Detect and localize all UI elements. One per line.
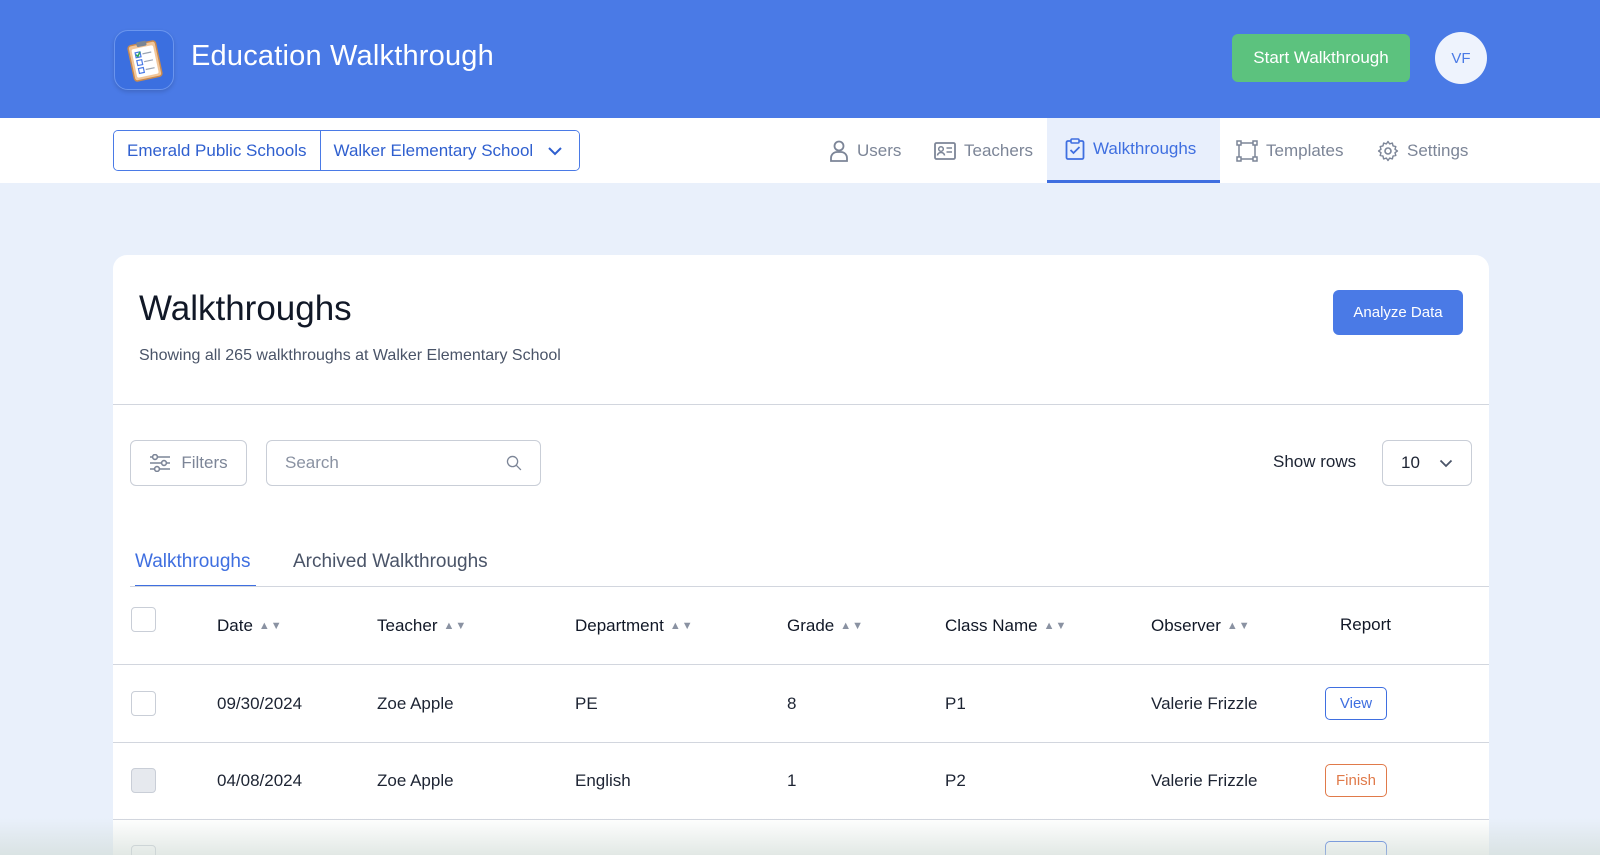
- search-box: [266, 440, 541, 486]
- select-all-checkbox[interactable]: [131, 607, 156, 632]
- nav-item-label: Users: [857, 140, 902, 160]
- start-walkthrough-button[interactable]: Start Walkthrough: [1232, 34, 1410, 82]
- id-card-icon: [934, 141, 956, 160]
- cell-class-name: P2: [945, 771, 966, 790]
- nav-item-walkthroughs[interactable]: Walkthroughs: [1047, 118, 1220, 183]
- column-header-label: Date: [217, 616, 253, 635]
- cell-observer: Valerie Frizzle: [1151, 771, 1258, 790]
- cell-department: PE: [575, 694, 598, 713]
- column-header-class-name[interactable]: Class Name ▲▼: [945, 616, 1067, 636]
- row-checkbox[interactable]: [131, 691, 156, 716]
- cell-date: 04/08/2024: [217, 771, 303, 790]
- sort-arrows-icon[interactable]: ▲▼: [259, 620, 283, 632]
- school-selector[interactable]: Walker Elementary School: [319, 131, 580, 170]
- column-header-label: Observer: [1151, 616, 1221, 635]
- column-header-teacher[interactable]: Teacher ▲▼: [377, 616, 467, 636]
- cell-grade: 8: [787, 694, 797, 713]
- sort-arrows-icon[interactable]: ▲▼: [840, 620, 864, 632]
- table-row: 09/30/2024 Zoe Apple PE 8 P1 Valerie Fri…: [113, 666, 1489, 743]
- nav-item-users[interactable]: Users: [829, 118, 901, 183]
- sliders-icon: [150, 454, 171, 472]
- search-input[interactable]: [285, 453, 506, 473]
- page-title: Walkthroughs: [139, 289, 352, 328]
- header-divider: [113, 404, 1489, 405]
- sort-arrows-icon[interactable]: ▲▼: [1044, 620, 1068, 632]
- column-header-label: Department: [575, 616, 664, 635]
- app-title: Education Walkthrough: [191, 40, 494, 72]
- main-nav: Emerald Public Schools Walker Elementary…: [0, 118, 1600, 183]
- page-subtitle: Showing all 265 walkthroughs at Walker E…: [139, 347, 561, 364]
- nav-item-label: Settings: [1407, 140, 1469, 160]
- finish-report-button[interactable]: Finish: [1325, 764, 1387, 797]
- nav-item-label: Templates: [1266, 140, 1344, 160]
- row-checkbox[interactable]: [131, 768, 156, 793]
- user-icon: [830, 140, 848, 162]
- school-selector-label: Walker Elementary School: [333, 140, 534, 160]
- cell-grade: 1: [787, 771, 797, 790]
- nav-item-settings[interactable]: Settings: [1377, 118, 1468, 183]
- filters-label: Filters: [181, 453, 228, 472]
- district-selector[interactable]: Emerald Public Schools: [114, 131, 320, 170]
- search-icon[interactable]: [506, 452, 522, 474]
- walkthroughs-card: Walkthroughs Showing all 265 walkthrough…: [113, 255, 1489, 855]
- column-header-report: Report: [1340, 615, 1391, 635]
- row-checkbox[interactable]: [131, 845, 156, 855]
- cell-class-name: P1: [945, 694, 966, 713]
- column-header-label: Teacher: [377, 616, 438, 635]
- tab-walkthroughs[interactable]: Walkthroughs: [135, 551, 257, 587]
- sort-arrows-icon[interactable]: ▲▼: [1227, 620, 1251, 632]
- table-row: [113, 820, 1489, 855]
- avatar[interactable]: VF: [1435, 32, 1487, 84]
- rows-per-page-select[interactable]: 10: [1382, 440, 1472, 486]
- column-header-label: Grade: [787, 616, 835, 635]
- show-rows-label: Show rows: [1273, 452, 1357, 471]
- column-header-observer[interactable]: Observer ▲▼: [1151, 616, 1251, 636]
- tab-archived-walkthroughs[interactable]: Archived Walkthroughs: [293, 551, 488, 585]
- cell-department: English: [575, 771, 631, 790]
- sort-arrows-icon[interactable]: ▲▼: [670, 620, 694, 632]
- analyze-data-button[interactable]: Analyze Data: [1333, 290, 1463, 335]
- sort-arrows-icon[interactable]: ▲▼: [443, 620, 467, 632]
- nav-item-label: Walkthroughs: [1093, 139, 1197, 158]
- column-header-date[interactable]: Date ▲▼: [217, 616, 283, 636]
- table-header: Date ▲▼ Teacher ▲▼ Department ▲▼ Grade ▲…: [113, 587, 1489, 665]
- cell-teacher: Zoe Apple: [377, 771, 454, 790]
- cell-date: 09/30/2024: [217, 694, 303, 713]
- nav-item-templates[interactable]: Templates: [1236, 118, 1343, 183]
- cell-teacher: Zoe Apple: [377, 694, 454, 713]
- org-selector: Emerald Public Schools Walker Elementary…: [113, 130, 581, 171]
- rows-per-page-value: 10: [1401, 453, 1420, 472]
- clipboard-checklist-icon: [114, 30, 174, 90]
- column-header-department[interactable]: Department ▲▼: [575, 616, 694, 636]
- column-header-grade[interactable]: Grade ▲▼: [787, 616, 864, 636]
- view-report-button[interactable]: View: [1325, 687, 1387, 720]
- filters-button[interactable]: Filters: [130, 440, 247, 486]
- nav-item-label: Teachers: [964, 140, 1033, 160]
- column-header-label: Report: [1340, 615, 1392, 634]
- clipboard-check-icon: [1065, 138, 1085, 160]
- template-frame-icon: [1236, 139, 1258, 162]
- view-report-button[interactable]: [1325, 841, 1387, 855]
- cell-observer: Valerie Frizzle: [1151, 694, 1258, 713]
- chevron-down-icon: [548, 146, 562, 155]
- app-header: Education Walkthrough Start Walkthrough …: [0, 0, 1600, 118]
- chevron-down-icon: [1439, 459, 1453, 467]
- gear-icon: [1377, 140, 1399, 161]
- table-row: 04/08/2024 Zoe Apple English 1 P2 Valeri…: [113, 743, 1489, 820]
- column-header-label: Class Name: [945, 616, 1038, 635]
- nav-item-teachers[interactable]: Teachers: [934, 118, 1033, 183]
